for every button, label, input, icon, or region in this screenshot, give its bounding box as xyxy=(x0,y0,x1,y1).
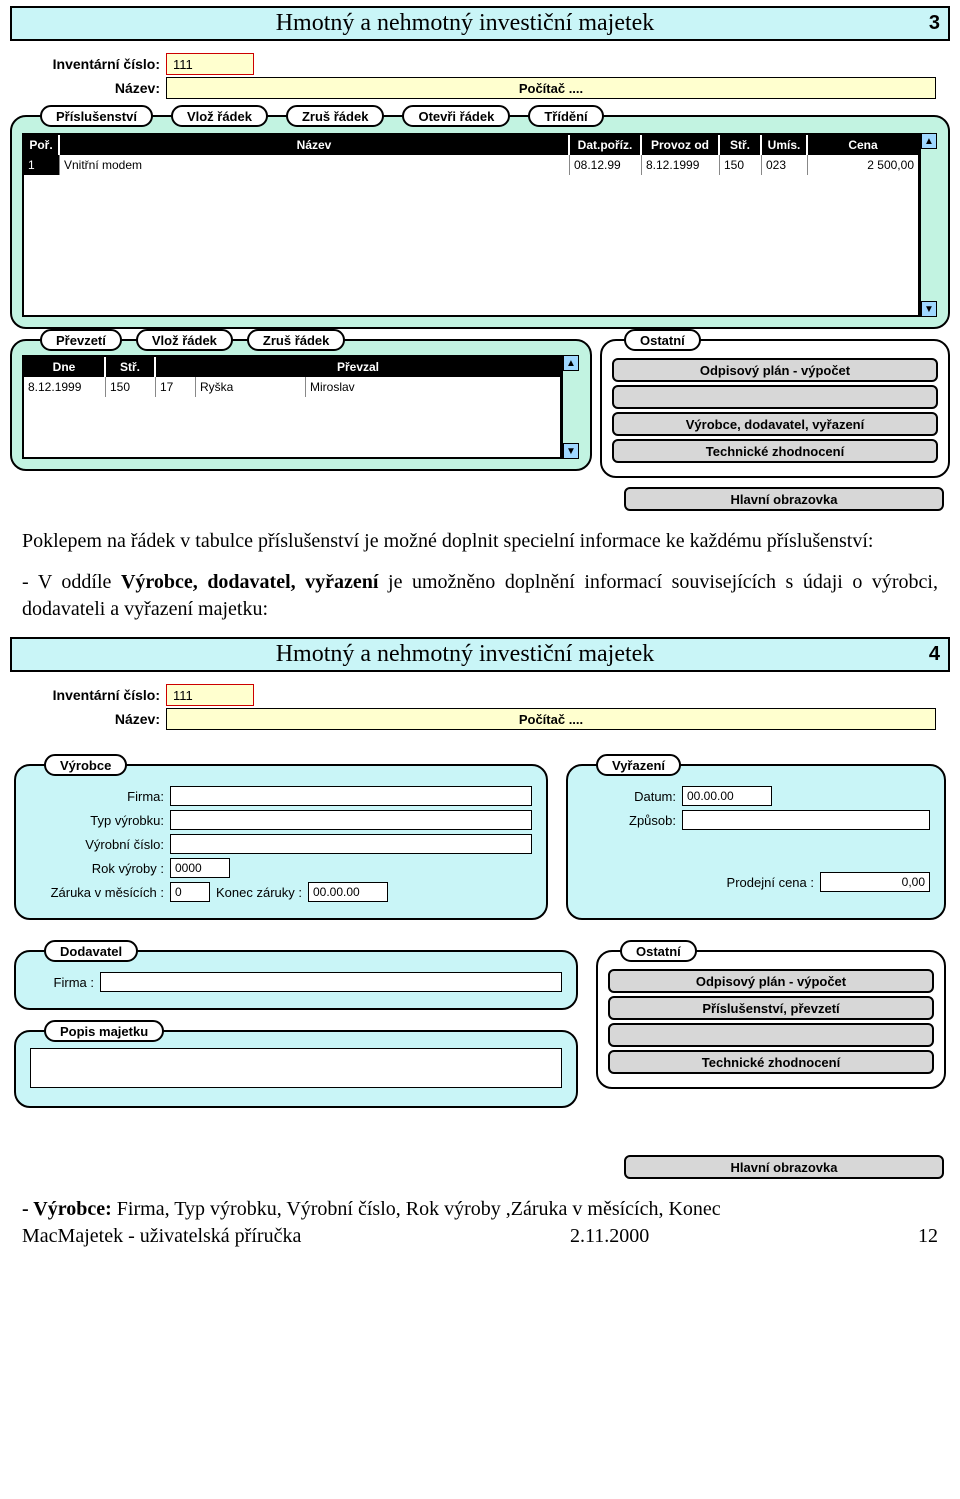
tech-zhodnoceni-button-2[interactable]: Technické zhodnocení xyxy=(608,1050,934,1074)
popis-group: Popis majetku xyxy=(14,1030,578,1108)
header-form-1: Inventární číslo: 111 Název: Počítač ...… xyxy=(10,45,950,107)
title-page-2: 4 xyxy=(910,643,940,666)
col-nazev: Název xyxy=(60,135,570,155)
vyrcislo-field[interactable] xyxy=(170,834,532,854)
inv-field-1[interactable]: 111 xyxy=(166,53,254,75)
scroll-up-icon[interactable]: ▲ xyxy=(563,355,579,371)
rok-field[interactable]: 0000 xyxy=(170,858,230,878)
inv-label-2: Inventární číslo: xyxy=(16,687,166,703)
takeover-tab[interactable]: Převzetí xyxy=(40,329,122,351)
datum-field[interactable]: 00.00.00 xyxy=(682,786,772,806)
odpis-plan-button-1[interactable]: Odpisový plán - výpočet xyxy=(612,358,938,382)
inv-label-1: Inventární číslo: xyxy=(16,56,166,72)
accessories-tab[interactable]: Příslušenství xyxy=(40,105,153,127)
scrollbar-2[interactable]: ▲ ▼ xyxy=(562,355,580,459)
blank-button-2[interactable] xyxy=(608,1023,934,1047)
ostatni-tab-2: Ostatní xyxy=(620,940,697,962)
col-provoz: Provoz od xyxy=(642,135,720,155)
vyrazeni-group: Vyřazení Datum:00.00.00 Způsob: Prodejní… xyxy=(566,764,946,920)
nazev-label-2: Název: xyxy=(16,711,166,727)
trideni-button[interactable]: Třídění xyxy=(528,105,603,127)
col-str: Stř. xyxy=(720,135,762,155)
header-form-2: Inventární číslo: 111 Název: Počítač ...… xyxy=(10,676,950,738)
scroll-down-icon[interactable]: ▼ xyxy=(563,443,579,459)
window-title-2: Hmotný a nehmotný investiční majetek 4 xyxy=(10,637,950,672)
inv-field-2[interactable]: 111 xyxy=(166,684,254,706)
takeover-panel: Převzetí Vlož řádek Zruš řádek Dne Stř. … xyxy=(10,339,592,471)
popis-tab: Popis majetku xyxy=(44,1020,164,1042)
col-cena: Cena xyxy=(808,135,918,155)
konec-zaruky-field[interactable]: 00.00.00 xyxy=(308,882,388,902)
ostatni-panel-2: Ostatní Odpisový plán - výpočet Přísluše… xyxy=(596,950,946,1089)
firma-field[interactable] xyxy=(170,786,532,806)
accessories-table: Poř. Název Dat.poříz. Provoz od Stř. Umí… xyxy=(22,133,920,317)
col-prevzal: Převzal xyxy=(156,357,560,377)
hlavni-obrazovka-button-2[interactable]: Hlavní obrazovka xyxy=(624,1155,944,1179)
dodavatel-firma-field[interactable] xyxy=(100,972,562,992)
paragraph-1: Poklepem na řádek v tabulce příslušenstv… xyxy=(22,528,938,555)
footer-left: MacMajetek - uživatelská příručka xyxy=(22,1225,301,1248)
vyrobce-tab: Výrobce xyxy=(44,754,127,776)
ostatni-panel-1: Ostatní Odpisový plán - výpočet Výrobce,… xyxy=(600,339,950,478)
prislusenstvi-button[interactable]: Příslušenství, převzetí xyxy=(608,996,934,1020)
zaruka-field[interactable]: 0 xyxy=(170,882,210,902)
odpis-plan-button-2[interactable]: Odpisový plán - výpočet xyxy=(608,969,934,993)
tech-zhodnoceni-button-1[interactable]: Technické zhodnocení xyxy=(612,439,938,463)
otevri-radek-button[interactable]: Otevři řádek xyxy=(402,105,510,127)
nazev-field-1[interactable]: Počítač .... xyxy=(166,77,936,99)
nazev-field-2[interactable]: Počítač .... xyxy=(166,708,936,730)
paragraph-3: - Výrobce: Firma, Typ výrobku, Výrobní č… xyxy=(22,1196,938,1223)
takeover-table: Dne Stř. Převzal 8.12.1999 150 17 Ryška … xyxy=(22,355,562,459)
col-umis: Umís. xyxy=(762,135,808,155)
hlavni-obrazovka-button-1[interactable]: Hlavní obrazovka xyxy=(624,487,944,511)
nazev-label-1: Název: xyxy=(16,80,166,96)
title-page-1: 3 xyxy=(910,12,940,35)
col-por: Poř. xyxy=(24,135,60,155)
scroll-up-icon[interactable]: ▲ xyxy=(921,133,937,149)
ostatni-tab-1: Ostatní xyxy=(624,329,701,351)
footer-right: 12 xyxy=(918,1225,938,1248)
blank-button-1[interactable] xyxy=(612,385,938,409)
dodavatel-tab: Dodavatel xyxy=(44,940,138,962)
title-text-2: Hmotný a nehmotný investiční majetek xyxy=(20,641,910,668)
table-row[interactable]: 1 Vnitřní modem 08.12.99 8.12.1999 150 0… xyxy=(24,155,918,175)
window-title-1: Hmotný a nehmotný investiční majetek 3 xyxy=(10,6,950,41)
col-dat: Dat.poříz. xyxy=(570,135,642,155)
scrollbar-1[interactable]: ▲ ▼ xyxy=(920,133,938,317)
title-text-1: Hmotný a nehmotný investiční majetek xyxy=(20,10,910,37)
vyrobce-group: Výrobce Firma: Typ výrobku: Výrobní čísl… xyxy=(14,764,548,920)
vyrobce-dodavatel-button[interactable]: Výrobce, dodavatel, vyřazení xyxy=(612,412,938,436)
popis-field[interactable] xyxy=(30,1048,562,1088)
typ-field[interactable] xyxy=(170,810,532,830)
prodejni-cena-field[interactable]: 0,00 xyxy=(820,872,930,892)
zrus-radek-button-2[interactable]: Zruš řádek xyxy=(247,329,345,351)
zrus-radek-button-1[interactable]: Zruš řádek xyxy=(286,105,384,127)
dodavatel-group: Dodavatel Firma : xyxy=(14,950,578,1010)
col-dne: Dne xyxy=(24,357,106,377)
page-footer: MacMajetek - uživatelská příručka 2.11.2… xyxy=(22,1225,938,1248)
vloz-radek-button-1[interactable]: Vlož řádek xyxy=(171,105,268,127)
footer-mid: 2.11.2000 xyxy=(570,1225,649,1248)
zpusob-field[interactable] xyxy=(682,810,930,830)
paragraph-2: - V oddíle Výrobce, dodavatel, vyřazení … xyxy=(22,569,938,623)
table-row[interactable]: 8.12.1999 150 17 Ryška Miroslav xyxy=(24,377,560,397)
col-str2: Stř. xyxy=(106,357,156,377)
scroll-down-icon[interactable]: ▼ xyxy=(921,301,937,317)
vyrazeni-tab: Vyřazení xyxy=(596,754,681,776)
accessories-panel: Příslušenství Vlož řádek Zruš řádek Otev… xyxy=(10,115,950,329)
vloz-radek-button-2[interactable]: Vlož řádek xyxy=(136,329,233,351)
